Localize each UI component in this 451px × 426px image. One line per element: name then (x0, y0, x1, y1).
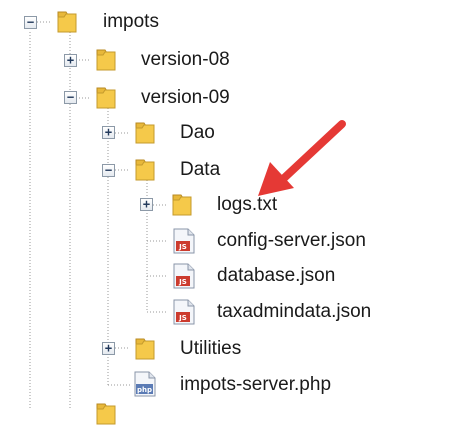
collapse-toggle-version-09[interactable]: − (64, 91, 77, 104)
tree-label-database-json[interactable]: database.json (217, 265, 335, 287)
tree-label-logs-txt[interactable]: logs.txt (217, 194, 277, 216)
tree-label-config-server-json[interactable]: config-server.json (217, 230, 366, 252)
folder-icon (135, 159, 155, 181)
tree-label-impots[interactable]: impots (103, 11, 159, 33)
tree-label-data[interactable]: Data (180, 159, 220, 181)
expand-toggle-logs[interactable]: + (140, 198, 153, 211)
folder-icon (135, 338, 155, 360)
collapse-toggle-data[interactable]: − (102, 164, 115, 177)
folder-icon (172, 194, 192, 216)
tree-label-taxadmindata-json[interactable]: taxadmindata.json (217, 301, 371, 323)
tree-label-dao[interactable]: Dao (180, 122, 215, 144)
js-file-icon: JS (173, 228, 195, 254)
svg-text:php: php (137, 386, 152, 394)
folder-icon (96, 49, 116, 71)
tree-label-version-09[interactable]: version-09 (141, 87, 230, 109)
js-file-icon: JS (173, 263, 195, 289)
expand-toggle-dao[interactable]: + (102, 126, 115, 139)
folder-icon (96, 403, 116, 425)
tree-label-impots-server-php[interactable]: impots-server.php (180, 374, 331, 396)
svg-text:JS: JS (178, 314, 187, 322)
tree-label-version-08[interactable]: version-08 (141, 49, 230, 71)
php-file-icon: php (134, 371, 156, 397)
folder-icon (135, 122, 155, 144)
expand-toggle-version-08[interactable]: + (64, 54, 77, 67)
collapse-toggle-impots[interactable]: − (24, 16, 37, 29)
tree-label-utilities[interactable]: Utilities (180, 338, 241, 360)
svg-text:JS: JS (178, 243, 187, 251)
folder-icon (96, 87, 116, 109)
js-file-icon: JS (173, 299, 195, 325)
folder-icon (57, 11, 77, 33)
file-tree: − impots + version-08 − version-09 + Dao… (0, 0, 451, 425)
svg-text:JS: JS (178, 278, 187, 286)
expand-toggle-utilities[interactable]: + (102, 342, 115, 355)
